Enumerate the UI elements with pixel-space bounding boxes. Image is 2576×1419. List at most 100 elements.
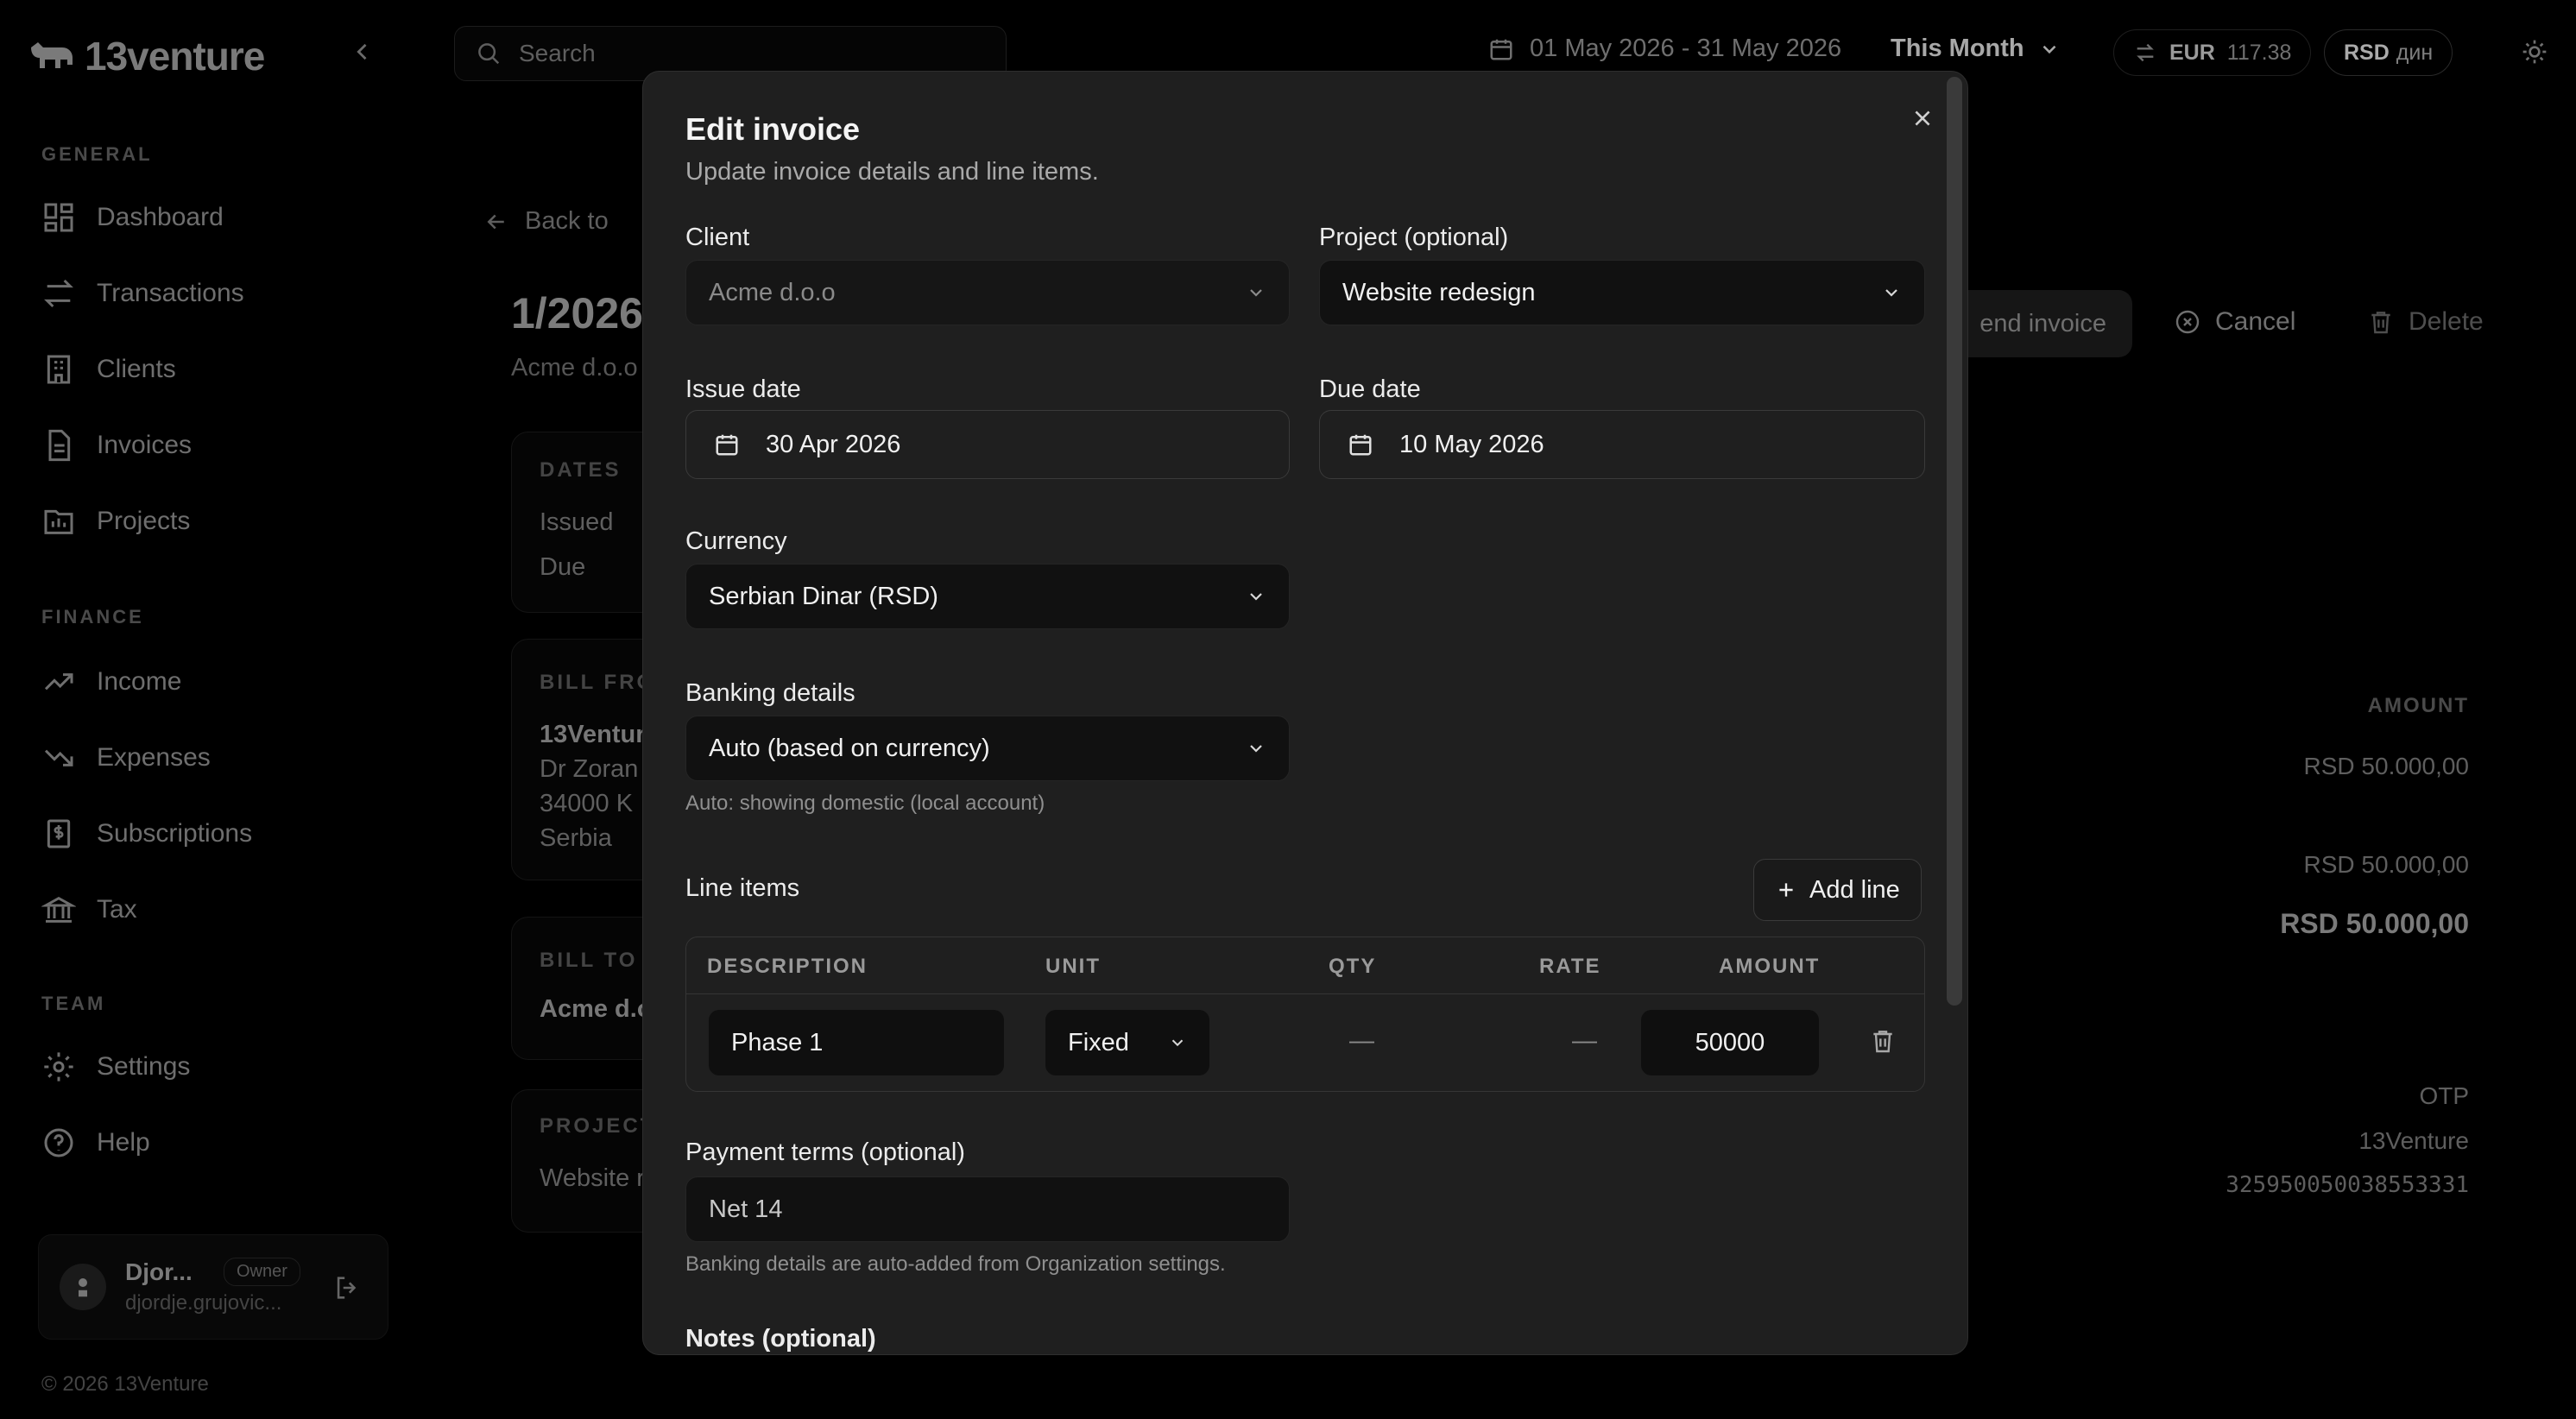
sidebar-item-dashboard[interactable]: Dashboard — [41, 200, 224, 235]
send-invoice-label: end invoice — [1979, 309, 2106, 337]
calendar-icon — [1490, 39, 1512, 60]
trending-up-icon — [44, 673, 73, 691]
amount-input[interactable]: 50000 — [1641, 1010, 1819, 1075]
help-circle-icon — [44, 1128, 73, 1157]
building-icon — [47, 355, 71, 384]
transactions-icon — [44, 279, 73, 308]
nav-section-general: GENERAL — [41, 143, 153, 165]
sidebar-item-clients[interactable]: Clients — [41, 352, 176, 387]
amount-column-header: AMOUNT — [2367, 694, 2469, 717]
dialog-subtitle: Update invoice details and line items. — [685, 158, 1099, 186]
user-card[interactable]: Djor... djordje.grujovic... Owner — [38, 1234, 388, 1340]
invoice-client: Acme d.o.o — [511, 354, 638, 382]
close-icon — [1915, 110, 1930, 126]
period-select[interactable]: This Month — [1891, 35, 2061, 63]
chevron-down-icon — [1250, 593, 1262, 601]
user-icon — [79, 1278, 87, 1297]
chevron-down-icon — [2042, 45, 2056, 54]
copyright: © 2026 13Venture — [41, 1372, 209, 1396]
unit-value: Fixed — [1068, 1028, 1129, 1056]
sidebar-item-expenses[interactable]: Expenses — [41, 741, 211, 775]
sidebar-item-label: Transactions — [97, 279, 244, 307]
sidebar-item-label: Income — [97, 667, 182, 696]
amount-value: 50000 — [1695, 1028, 1765, 1056]
dialog-title: Edit invoice — [685, 111, 861, 147]
calendar-icon — [1349, 434, 1372, 456]
arrow-left-icon — [487, 214, 504, 229]
qty-value: — — [1349, 1027, 1374, 1055]
cancel-invoice-button[interactable]: Cancel — [2174, 307, 2295, 337]
bill-from-line: Dr Zoran — [540, 755, 639, 783]
collapse-sidebar-button[interactable] — [350, 40, 375, 64]
issued-label: Issued — [540, 508, 614, 536]
swap-icon — [2137, 43, 2154, 62]
client-select[interactable]: Acme d.o.o — [685, 260, 1290, 325]
sidebar-item-projects[interactable]: Projects — [41, 504, 190, 539]
search-placeholder: Search — [519, 40, 596, 66]
close-dialog-button[interactable] — [1905, 101, 1940, 136]
delete-invoice-button[interactable]: Delete — [2367, 307, 2484, 337]
chevron-down-icon — [1250, 289, 1262, 297]
sidebar-item-help[interactable]: Help — [41, 1126, 150, 1160]
logout-button[interactable] — [332, 1273, 362, 1302]
fx-value: 117.38 — [2226, 40, 2292, 65]
sidebar-item-transactions[interactable]: Transactions — [41, 276, 244, 311]
cancel-label: Cancel — [2215, 307, 2296, 336]
sidebar: GENERAL Dashboard Transactions Clients I… — [0, 104, 397, 1419]
dashboard-icon — [44, 203, 73, 232]
sidebar-item-label: Settings — [97, 1052, 191, 1081]
currency-value: Serbian Dinar (RSD) — [709, 582, 938, 610]
sidebar-item-subscriptions[interactable]: Subscriptions — [41, 817, 252, 851]
column-header-amount: AMOUNT — [1719, 955, 1821, 978]
currency-code: RSD — [2344, 40, 2390, 65]
unit-select[interactable]: Fixed — [1045, 1010, 1209, 1075]
delete-line-button[interactable] — [1869, 1027, 1897, 1055]
search-icon — [478, 43, 500, 65]
project-value: Website redesign — [1342, 278, 1536, 306]
banking-select[interactable]: Auto (based on currency) — [685, 716, 1290, 781]
project-label: Project (optional) — [1319, 224, 1509, 251]
sidebar-item-label: Tax — [97, 895, 137, 924]
issue-date-picker[interactable]: 30 Apr 2026 — [685, 410, 1290, 479]
exchange-rate-pill[interactable]: EUR 117.38 — [2113, 29, 2312, 76]
sidebar-item-settings[interactable]: Settings — [41, 1050, 190, 1084]
back-link[interactable]: Back to — [483, 207, 609, 236]
sidebar-item-invoices[interactable]: Invoices — [41, 428, 192, 463]
invoice-number: 1/2026 — [511, 289, 643, 337]
theme-toggle-button[interactable] — [2521, 38, 2548, 66]
bank-account: 325950050038553331 — [2226, 1172, 2469, 1198]
card-label: PROJECT — [540, 1114, 656, 1138]
bill-to-name: Acme d.o — [540, 995, 653, 1023]
issue-date-value: 30 Apr 2026 — [766, 430, 901, 458]
back-label: Back to — [525, 207, 609, 235]
brand-logo[interactable]: 13venture — [28, 33, 265, 79]
add-line-button[interactable]: Add line — [1753, 859, 1922, 921]
chevron-down-icon — [1171, 1039, 1184, 1047]
line-amount: RSD 50.000,00 — [2303, 753, 2469, 779]
period-label: This Month — [1891, 35, 2024, 62]
project-name: Website r — [540, 1164, 645, 1192]
dialog-scrollbar[interactable] — [1947, 77, 1962, 1006]
client-value: Acme d.o.o — [709, 278, 836, 306]
description-input[interactable]: Phase 1 — [709, 1010, 1004, 1075]
total-amount: RSD 50.000,00 — [2280, 908, 2469, 939]
currency-label: Currency — [685, 527, 787, 555]
date-range-text: 01 May 2026 - 31 May 2026 — [1530, 35, 1842, 62]
date-range-picker[interactable]: 01 May 2026 - 31 May 2026 — [1488, 35, 1841, 63]
sidebar-item-income[interactable]: Income — [41, 665, 181, 699]
description-value: Phase 1 — [731, 1028, 824, 1056]
sidebar-item-label: Invoices — [97, 431, 193, 459]
chevron-down-icon — [1885, 289, 1897, 297]
project-select[interactable]: Website redesign — [1319, 260, 1925, 325]
trending-down-icon — [44, 749, 73, 766]
subtotal-amount: RSD 50.000,00 — [2303, 851, 2469, 878]
currency-select[interactable]: Serbian Dinar (RSD) — [685, 564, 1290, 629]
payment-terms-input[interactable]: Net 14 — [685, 1176, 1290, 1242]
plus-icon — [1779, 883, 1793, 897]
sidebar-item-tax[interactable]: Tax — [41, 892, 137, 927]
currency-toggle[interactable]: RSD дин — [2324, 29, 2453, 76]
trash-icon — [2371, 312, 2390, 334]
due-date-picker[interactable]: 10 May 2026 — [1319, 410, 1925, 479]
folder-chart-icon — [44, 509, 73, 534]
column-header-qty: QTY — [1329, 955, 1377, 978]
